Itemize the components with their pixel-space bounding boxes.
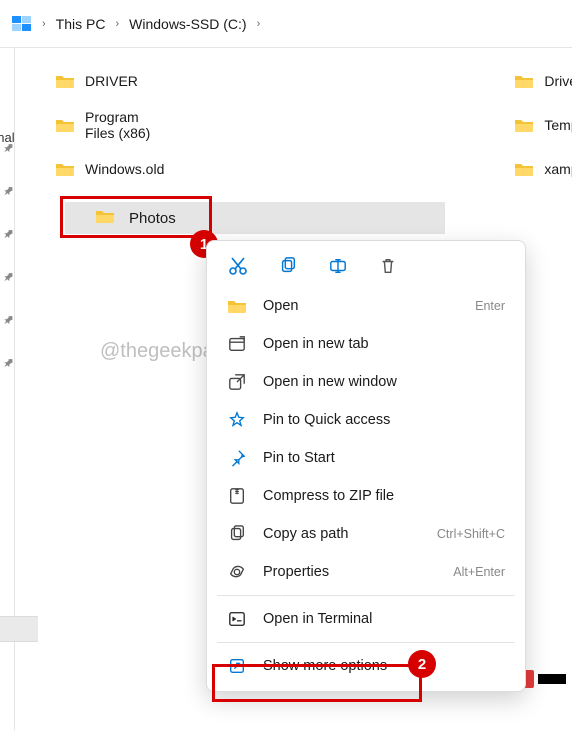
folder-item[interactable]: Temp: [514, 114, 572, 136]
folder-label: xampp: [544, 161, 572, 177]
menu-item-open-tab[interactable]: Open in new tab: [207, 325, 525, 363]
menu-label: Pin to Start: [263, 450, 335, 466]
rename-icon[interactable]: [327, 255, 349, 277]
menu-item-pin-start[interactable]: Pin to Start: [207, 439, 525, 477]
folder-icon: [55, 117, 75, 133]
pc-icon: [12, 16, 32, 32]
folder-item[interactable]: xampp: [514, 158, 572, 180]
copy-path-icon: [227, 524, 247, 544]
menu-item-copy-path[interactable]: Copy as path Ctrl+Shift+C: [207, 515, 525, 553]
chevron-icon: ›: [40, 18, 48, 30]
folder-icon: [514, 161, 534, 177]
folder-open-icon: [227, 296, 247, 316]
menu-item-show-more[interactable]: Show more options: [207, 647, 525, 685]
menu-label: Pin to Quick access: [263, 412, 390, 428]
cut-icon[interactable]: [227, 255, 249, 277]
menu-item-compress[interactable]: Compress to ZIP file: [207, 477, 525, 515]
folder-icon: [514, 73, 534, 89]
delete-icon[interactable]: [377, 255, 399, 277]
folder-item-selected[interactable]: Photos: [65, 202, 445, 234]
folder-label: Program Files (x86): [85, 109, 164, 141]
folder-icon: [55, 73, 75, 89]
menu-label: Open in new tab: [263, 336, 369, 352]
menu-item-pin-quick[interactable]: Pin to Quick access: [207, 401, 525, 439]
folder-item[interactable]: Windows.old: [55, 158, 164, 180]
context-menu: Open Enter Open in new tab Open in new w…: [206, 240, 526, 692]
folder-label: Windows.old: [85, 161, 164, 177]
folder-label: DRIVER: [85, 73, 138, 89]
folder-item[interactable]: DRIVER: [55, 70, 164, 92]
folder-label: Drivers: [544, 73, 572, 89]
menu-shortcut: Ctrl+Shift+C: [437, 527, 505, 541]
menu-separator: [217, 595, 515, 596]
folder-icon: [95, 208, 119, 228]
menu-item-open[interactable]: Open Enter: [207, 287, 525, 325]
folder-label: Temp: [544, 117, 572, 133]
menu-label: Properties: [263, 564, 329, 580]
menu-label: Copy as path: [263, 526, 348, 542]
show-more-icon: [227, 656, 247, 676]
folder-icon: [55, 161, 75, 177]
folder-icon: [514, 117, 534, 133]
terminal-icon: [227, 609, 247, 629]
menu-shortcut: Enter: [475, 299, 505, 313]
menu-shortcut: Alt+Enter: [453, 565, 505, 579]
address-bar[interactable]: › This PC › Windows-SSD (C:) ›: [0, 0, 572, 48]
context-menu-action-row: [207, 247, 525, 287]
menu-item-properties[interactable]: Properties Alt+Enter: [207, 553, 525, 591]
copy-icon[interactable]: [277, 255, 299, 277]
folder-label: Photos: [129, 210, 176, 227]
zip-icon: [227, 486, 247, 506]
breadcrumb-this-pc[interactable]: This PC: [56, 16, 106, 32]
pin-icon: [227, 448, 247, 468]
new-tab-icon: [227, 334, 247, 354]
menu-label: Open in new window: [263, 374, 397, 390]
properties-icon: [227, 562, 247, 582]
menu-label: Open in Terminal: [263, 611, 372, 627]
pin-star-icon: [227, 410, 247, 430]
breadcrumb-drive[interactable]: Windows-SSD (C:): [129, 16, 246, 32]
menu-item-terminal[interactable]: Open in Terminal: [207, 600, 525, 638]
menu-label: Compress to ZIP file: [263, 488, 394, 504]
menu-separator: [217, 642, 515, 643]
chevron-icon: ›: [113, 18, 121, 30]
menu-label: Show more options: [263, 658, 387, 674]
chevron-icon: ›: [255, 18, 263, 30]
folder-item[interactable]: Program Files (x86): [55, 114, 164, 136]
sidebar-label-fragment: onal: [0, 130, 15, 145]
folder-item[interactable]: Drivers: [514, 70, 572, 92]
new-window-icon: [227, 372, 247, 392]
menu-label: Open: [263, 298, 298, 314]
menu-item-open-window[interactable]: Open in new window: [207, 363, 525, 401]
php-bar: [538, 674, 566, 684]
